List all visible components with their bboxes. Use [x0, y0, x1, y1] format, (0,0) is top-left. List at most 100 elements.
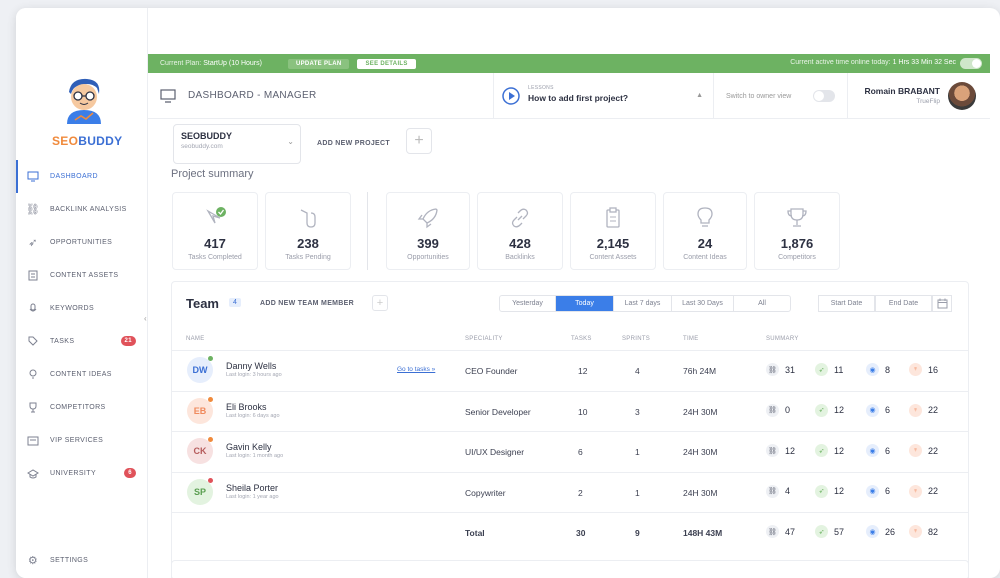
range-all[interactable]: All	[734, 296, 790, 311]
summary-competitors: ♆ 16	[909, 363, 938, 376]
sidebar-item-label: KEYWORDS	[50, 305, 95, 312]
member-name[interactable]: Sheila Porter	[226, 483, 278, 493]
go-to-tasks-link[interactable]: Go to tasks »	[397, 366, 435, 373]
member-sprints: 1	[635, 487, 640, 498]
sidebar-item-content-ideas[interactable]: CONTENT IDEAS	[16, 358, 148, 391]
lesson-selector[interactable]: LESSONS How to add first project? ▲	[494, 73, 714, 118]
sidebar-item-tasks[interactable]: TASKS 21	[16, 325, 148, 358]
member-name[interactable]: Danny Wells	[226, 361, 276, 371]
summary-label: Competitors	[778, 254, 816, 261]
sidebar-item-settings[interactable]: ⚙ SETTINGS	[16, 544, 148, 577]
summary-card-opportunities[interactable]: 399 Opportunities	[386, 192, 470, 270]
summary-value: 2,145	[596, 236, 630, 251]
summary-label: Tasks Completed	[188, 254, 242, 261]
sidebar-item-label: CONTENT IDEAS	[50, 371, 112, 378]
range-yesterday[interactable]: Yesterday	[500, 296, 556, 311]
summary-opportunities: ➶ 12	[815, 403, 844, 417]
add-team-member-button[interactable]: ADD NEW TEAM MEMBER	[260, 300, 354, 307]
range-last-30-days[interactable]: Last 30 Days	[672, 296, 734, 311]
column-header-summary: SUMMARY	[766, 336, 799, 342]
sidebar-item-label: COMPETITORS	[50, 404, 106, 411]
summary-ideas: ◉ 6	[866, 444, 890, 457]
member-name[interactable]: Eli Brooks	[226, 402, 267, 412]
avatar[interactable]	[948, 82, 976, 110]
project-selector[interactable]: SEOBUDDY seobuddy.com ⌄	[173, 124, 301, 164]
summary-card-tasks-pending[interactable]: 238 Tasks Pending	[265, 192, 351, 270]
owner-view-switch[interactable]: Switch to owner view	[714, 73, 848, 118]
rocket-icon: ➶	[815, 484, 828, 498]
project-url: seobuddy.com	[181, 143, 223, 150]
sidebar-item-label: TASKS	[50, 338, 75, 345]
next-panel	[171, 560, 969, 578]
sidebar-item-content-assets[interactable]: CONTENT ASSETS	[16, 259, 148, 292]
link-icon: ⛓	[766, 403, 779, 417]
table-row[interactable]: DW Danny Wells Last login: 3 hours ago G…	[172, 350, 968, 390]
range-last-7-days[interactable]: Last 7 days	[614, 296, 672, 311]
summary-card-backlinks[interactable]: 428 Backlinks	[477, 192, 563, 270]
add-member-plus-icon[interactable]: +	[372, 295, 388, 311]
summary-card-content-ideas[interactable]: 24 Content Ideas	[663, 192, 747, 270]
column-header-name: NAME	[186, 336, 205, 342]
university-count-badge: 6	[124, 468, 136, 478]
owner-view-toggle[interactable]	[813, 90, 835, 102]
table-row[interactable]: EB Eli Brooks Last login: 6 days ago Sen…	[172, 390, 968, 431]
see-details-button[interactable]: SEE DETAILS	[357, 58, 416, 69]
range-today[interactable]: Today	[556, 296, 614, 311]
add-new-project-button[interactable]: ADD NEW PROJECT	[317, 140, 390, 147]
bulb-icon: ◉	[866, 363, 879, 376]
chevron-down-icon: ⌄	[287, 137, 294, 146]
bulb-icon: ◉	[866, 444, 879, 457]
rocket-icon	[417, 208, 438, 229]
page-title-block: DASHBOARD - MANAGER	[148, 73, 494, 118]
column-header-speciality: SPECIALITY	[465, 336, 503, 342]
plan-bar-toggle[interactable]	[960, 58, 982, 69]
sidebar-collapse-icon[interactable]: ‹	[144, 314, 147, 323]
sidebar-item-label: UNIVERSITY	[50, 470, 97, 477]
summary-card-competitors[interactable]: 1,876 Competitors	[754, 192, 840, 270]
bulb-icon: ◉	[866, 403, 879, 417]
summary-label: Content Ideas	[683, 254, 727, 261]
rocket-icon: ➶	[815, 403, 828, 417]
sidebar-item-keywords[interactable]: KEYWORDS	[16, 292, 148, 325]
sidebar-item-label: CONTENT ASSETS	[50, 272, 119, 279]
member-sprints: 3	[635, 406, 640, 417]
member-name[interactable]: Gavin Kelly	[226, 442, 272, 452]
summary-value: 238	[297, 236, 319, 251]
total-time: 148H 43M	[683, 528, 723, 538]
summary-backlinks: ⛓ 12	[766, 444, 795, 457]
calendar-icon[interactable]	[932, 295, 952, 312]
summary-opportunities: ➶ 11	[815, 363, 843, 376]
user-profile[interactable]: Romain BRABANT TrueFlip	[848, 73, 990, 118]
start-date-input[interactable]: Start Date	[818, 295, 875, 312]
brand-logo-text: SEOBUDDY	[52, 134, 122, 148]
end-date-input[interactable]: End Date	[875, 295, 932, 312]
trophy-icon: ♆	[909, 363, 922, 376]
summary-competitors: ♆ 82	[909, 525, 938, 538]
sidebar-item-vip-services[interactable]: VIP SERVICES	[16, 424, 148, 457]
link-icon: ⛓	[25, 204, 41, 216]
table-row[interactable]: SP Sheila Porter Last login: 1 year ago …	[172, 471, 968, 512]
table-row[interactable]: CK Gavin Kelly Last login: 1 month ago U…	[172, 431, 968, 471]
sidebar-item-dashboard[interactable]: DASHBOARD	[16, 160, 148, 193]
member-sprints: 1	[635, 447, 640, 457]
update-plan-button[interactable]: UPDATE PLAN	[287, 58, 350, 69]
bulb-icon: ◉	[866, 484, 879, 498]
sidebar-item-opportunities[interactable]: ➶ OPPORTUNITIES	[16, 226, 148, 259]
sidebar: SEOBUDDY DASHBOARD ⛓ BACKLINK ANALYSIS ➶ O…	[16, 8, 148, 578]
plan-bar: Current Plan: StartUp (10 Hours) UPDATE …	[148, 54, 990, 73]
summary-value: 24	[697, 236, 713, 251]
active-time-label: Current active time online today:	[790, 59, 891, 66]
sidebar-item-university[interactable]: UNIVERSITY 6	[16, 457, 148, 490]
graduation-icon	[26, 468, 40, 480]
team-title: Team	[186, 296, 219, 311]
summary-card-tasks-completed[interactable]: 417 Tasks Completed	[172, 192, 258, 270]
brand-name-part2: BUDDY	[78, 134, 123, 148]
summary-card-content-assets[interactable]: 2,145 Content Assets	[570, 192, 656, 270]
sidebar-item-backlink-analysis[interactable]: ⛓ BACKLINK ANALYSIS	[16, 193, 148, 226]
summary-competitors: ♆ 22	[909, 484, 938, 498]
summary-label: Backlinks	[505, 254, 535, 261]
sidebar-item-competitors[interactable]: COMPETITORS	[16, 391, 148, 424]
user-company: TrueFlip	[916, 98, 940, 105]
trophy-icon: ♆	[909, 484, 922, 498]
add-project-plus-icon[interactable]: +	[406, 128, 432, 154]
